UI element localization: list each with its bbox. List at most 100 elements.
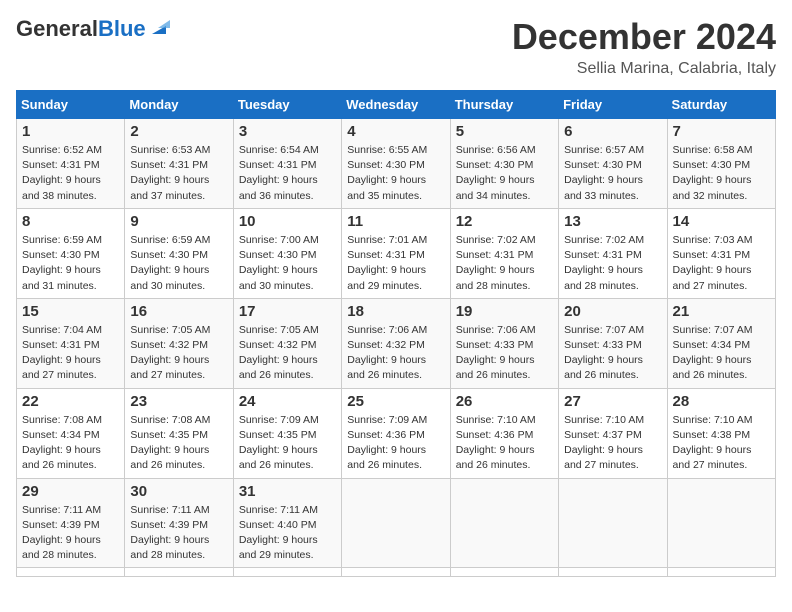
day-number: 8 [22, 213, 119, 230]
day-number: 20 [564, 303, 661, 320]
day-number: 11 [347, 213, 444, 230]
day-info: Sunrise: 7:02 AM Sunset: 4:31 PM Dayligh… [456, 233, 553, 294]
logo: GeneralBlue [16, 16, 170, 42]
calendar-cell: 9Sunrise: 6:59 AM Sunset: 4:30 PM Daylig… [125, 208, 233, 298]
calendar-cell [667, 568, 775, 577]
calendar-cell [559, 478, 667, 568]
day-info: Sunrise: 7:03 AM Sunset: 4:31 PM Dayligh… [673, 233, 770, 294]
day-number: 16 [130, 303, 227, 320]
day-number: 25 [347, 393, 444, 410]
calendar-cell: 5 Sunrise: 6:56 AM Sunset: 4:30 PM Daylig… [450, 119, 558, 209]
day-number: 14 [673, 213, 770, 230]
calendar-cell [233, 568, 341, 577]
day-info: Sunrise: 7:02 AM Sunset: 4:31 PM Dayligh… [564, 233, 661, 294]
day-number: 18 [347, 303, 444, 320]
calendar-table: Sunday Monday Tuesday Wednesday Thursday… [16, 90, 776, 577]
calendar-cell [559, 568, 667, 577]
day-number: 31 [239, 483, 336, 500]
day-number: 2 [130, 123, 227, 140]
day-number: 30 [130, 483, 227, 500]
day-number: 5 [456, 123, 553, 140]
day-number: 7 [673, 123, 770, 140]
col-thursday: Thursday [450, 91, 558, 119]
day-number: 17 [239, 303, 336, 320]
calendar-cell [667, 478, 775, 568]
calendar-cell [125, 568, 233, 577]
day-info: Sunrise: 7:09 AM Sunset: 4:35 PM Dayligh… [239, 413, 336, 474]
day-info: Sunrise: 7:05 AM Sunset: 4:32 PM Dayligh… [130, 323, 227, 384]
day-number: 4 [347, 123, 444, 140]
calendar-cell: 28 Sunrise: 7:10 AM Sunset: 4:38 PM Dayli… [667, 388, 775, 478]
calendar-cell: 31 Sunrise: 7:11 AM Sunset: 4:40 PM Dayli… [233, 478, 341, 568]
day-info: Sunrise: 6:57 AM Sunset: 4:30 PM Dayligh… [564, 143, 661, 204]
calendar-cell: 1Sunrise: 6:52 AM Sunset: 4:31 PM Daylig… [17, 119, 125, 209]
day-info: Sunrise: 6:53 AM Sunset: 4:31 PM Dayligh… [130, 143, 227, 204]
day-info: Sunrise: 7:08 AM Sunset: 4:35 PM Dayligh… [130, 413, 227, 474]
calendar-week-3: 15 Sunrise: 7:04 AM Sunset: 4:31 PM Dayli… [17, 298, 776, 388]
col-monday: Monday [125, 91, 233, 119]
day-number: 10 [239, 213, 336, 230]
calendar-cell: 7Sunrise: 6:58 AM Sunset: 4:30 PM Daylig… [667, 119, 775, 209]
day-info: Sunrise: 7:00 AM Sunset: 4:30 PM Dayligh… [239, 233, 336, 294]
day-number: 28 [673, 393, 770, 410]
calendar-cell: 13 Sunrise: 7:02 AM Sunset: 4:31 PM Dayli… [559, 208, 667, 298]
day-info: Sunrise: 6:52 AM Sunset: 4:31 PM Dayligh… [22, 143, 119, 204]
calendar-cell: 30 Sunrise: 7:11 AM Sunset: 4:39 PM Dayli… [125, 478, 233, 568]
calendar-week-6 [17, 568, 776, 577]
month-title: December 2024 [512, 16, 776, 58]
calendar-cell: 21Sunrise: 7:07 AM Sunset: 4:34 PM Dayli… [667, 298, 775, 388]
calendar-week-4: 22Sunrise: 7:08 AM Sunset: 4:34 PM Dayli… [17, 388, 776, 478]
day-info: Sunrise: 7:06 AM Sunset: 4:32 PM Dayligh… [347, 323, 444, 384]
calendar-cell: 4Sunrise: 6:55 AM Sunset: 4:30 PM Daylig… [342, 119, 450, 209]
calendar-week-1: 1Sunrise: 6:52 AM Sunset: 4:31 PM Daylig… [17, 119, 776, 209]
day-info: Sunrise: 7:11 AM Sunset: 4:40 PM Dayligh… [239, 503, 336, 564]
calendar-cell: 16 Sunrise: 7:05 AM Sunset: 4:32 PM Dayli… [125, 298, 233, 388]
calendar-cell [450, 568, 558, 577]
day-info: Sunrise: 7:09 AM Sunset: 4:36 PM Dayligh… [347, 413, 444, 474]
day-number: 15 [22, 303, 119, 320]
calendar-cell [342, 568, 450, 577]
calendar-cell: 15 Sunrise: 7:04 AM Sunset: 4:31 PM Dayli… [17, 298, 125, 388]
header: GeneralBlue December 2024 Sellia Marina,… [16, 16, 776, 78]
calendar-week-5: 29Sunrise: 7:11 AM Sunset: 4:39 PM Dayli… [17, 478, 776, 568]
day-info: Sunrise: 7:11 AM Sunset: 4:39 PM Dayligh… [130, 503, 227, 564]
day-info: Sunrise: 7:01 AM Sunset: 4:31 PM Dayligh… [347, 233, 444, 294]
day-info: Sunrise: 7:07 AM Sunset: 4:33 PM Dayligh… [564, 323, 661, 384]
calendar-cell: 24 Sunrise: 7:09 AM Sunset: 4:35 PM Dayli… [233, 388, 341, 478]
day-info: Sunrise: 7:06 AM Sunset: 4:33 PM Dayligh… [456, 323, 553, 384]
col-saturday: Saturday [667, 91, 775, 119]
calendar-cell: 6Sunrise: 6:57 AM Sunset: 4:30 PM Daylig… [559, 119, 667, 209]
calendar-cell: 10 Sunrise: 7:00 AM Sunset: 4:30 PM Dayli… [233, 208, 341, 298]
calendar-cell: 8Sunrise: 6:59 AM Sunset: 4:30 PM Daylig… [17, 208, 125, 298]
calendar-cell: 25 Sunrise: 7:09 AM Sunset: 4:36 PM Dayli… [342, 388, 450, 478]
day-number: 21 [673, 303, 770, 320]
col-tuesday: Tuesday [233, 91, 341, 119]
calendar-cell: 18 Sunrise: 7:06 AM Sunset: 4:32 PM Dayli… [342, 298, 450, 388]
day-info: Sunrise: 7:05 AM Sunset: 4:32 PM Dayligh… [239, 323, 336, 384]
day-number: 12 [456, 213, 553, 230]
day-info: Sunrise: 7:10 AM Sunset: 4:36 PM Dayligh… [456, 413, 553, 474]
day-info: Sunrise: 6:56 AM Sunset: 4:30 PM Dayligh… [456, 143, 553, 204]
day-number: 13 [564, 213, 661, 230]
day-number: 27 [564, 393, 661, 410]
calendar-cell: 12 Sunrise: 7:02 AM Sunset: 4:31 PM Dayli… [450, 208, 558, 298]
calendar-cell [17, 568, 125, 577]
col-sunday: Sunday [17, 91, 125, 119]
day-info: Sunrise: 6:54 AM Sunset: 4:31 PM Dayligh… [239, 143, 336, 204]
calendar-cell: 27Sunrise: 7:10 AM Sunset: 4:37 PM Dayli… [559, 388, 667, 478]
day-number: 23 [130, 393, 227, 410]
day-number: 22 [22, 393, 119, 410]
logo-icon [148, 16, 170, 38]
day-number: 24 [239, 393, 336, 410]
calendar-cell: 20 Sunrise: 7:07 AM Sunset: 4:33 PM Dayli… [559, 298, 667, 388]
calendar-cell: 19 Sunrise: 7:06 AM Sunset: 4:33 PM Dayli… [450, 298, 558, 388]
calendar-cell: 11 Sunrise: 7:01 AM Sunset: 4:31 PM Dayli… [342, 208, 450, 298]
calendar-cell: 3Sunrise: 6:54 AM Sunset: 4:31 PM Daylig… [233, 119, 341, 209]
day-info: Sunrise: 7:04 AM Sunset: 4:31 PM Dayligh… [22, 323, 119, 384]
calendar-cell: 23 Sunrise: 7:08 AM Sunset: 4:35 PM Dayli… [125, 388, 233, 478]
col-wednesday: Wednesday [342, 91, 450, 119]
day-number: 19 [456, 303, 553, 320]
calendar-cell [450, 478, 558, 568]
day-info: Sunrise: 7:11 AM Sunset: 4:39 PM Dayligh… [22, 503, 119, 564]
day-info: Sunrise: 7:10 AM Sunset: 4:38 PM Dayligh… [673, 413, 770, 474]
